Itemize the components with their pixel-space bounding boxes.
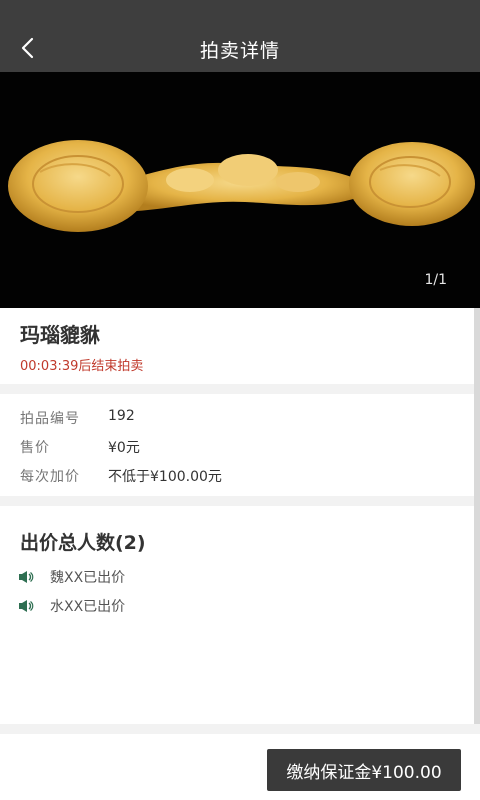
bottom-action-bar: 缴纳保证金¥100.00 bbox=[0, 734, 480, 800]
detail-row-price: 售价 ¥0元 bbox=[20, 437, 140, 457]
megaphone-icon bbox=[19, 600, 34, 612]
bid-list-item: 魏XX已出价 bbox=[18, 567, 125, 587]
image-counter: 1/1 bbox=[424, 272, 447, 288]
bids-section: 出价总人数(2) 魏XX已出价 水XX已出价 bbox=[0, 506, 474, 724]
pay-deposit-button[interactable]: 缴纳保证金¥100.00 bbox=[267, 749, 461, 791]
detail-value: 不低于¥100.00元 bbox=[108, 469, 222, 485]
bid-text: 水XX已出价 bbox=[50, 599, 126, 615]
item-details: 拍品编号 192 售价 ¥0元 每次加价 不低于¥100.00元 bbox=[0, 394, 474, 496]
page-title: 拍卖详情 bbox=[199, 40, 280, 62]
detail-row-increment: 每次加价 不低于¥100.00元 bbox=[20, 466, 222, 486]
top-bar: 拍卖详情 bbox=[0, 0, 480, 72]
ruyi-carving-image bbox=[8, 140, 475, 232]
detail-label: 拍品编号 bbox=[20, 411, 80, 427]
bids-count-heading: 出价总人数(2) bbox=[20, 532, 146, 554]
detail-value: 192 bbox=[108, 408, 135, 424]
bid-text: 魏XX已出价 bbox=[50, 570, 126, 586]
item-summary: 玛瑙貔貅 00:03:39后结束拍卖 bbox=[0, 308, 474, 384]
detail-label: 售价 bbox=[20, 440, 50, 456]
item-name: 玛瑙貔貅 bbox=[20, 323, 100, 347]
bid-list-item: 水XX已出价 bbox=[18, 596, 125, 616]
auction-countdown: 00:03:39后结束拍卖 bbox=[20, 359, 144, 374]
detail-label: 每次加价 bbox=[20, 469, 80, 485]
megaphone-icon bbox=[19, 571, 34, 583]
detail-row-lot-number: 拍品编号 192 bbox=[20, 408, 135, 428]
scrollbar[interactable] bbox=[474, 308, 480, 724]
detail-value: ¥0元 bbox=[108, 440, 140, 456]
item-image-gallery[interactable]: 1/1 bbox=[0, 72, 480, 308]
